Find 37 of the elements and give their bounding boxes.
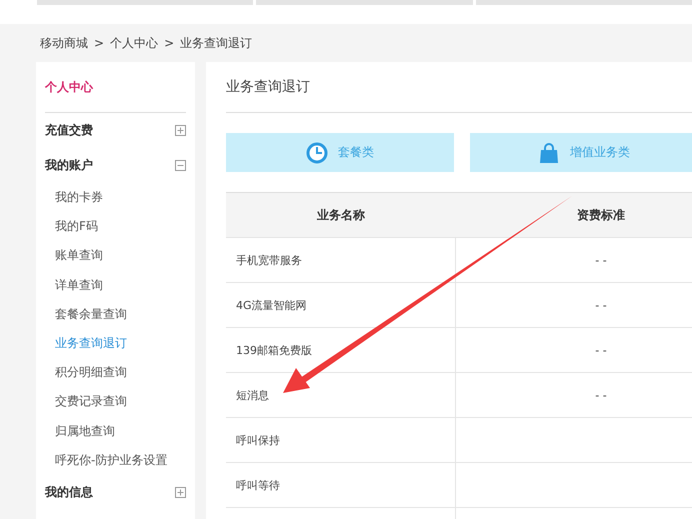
sidebar-item[interactable]: 归属地查询 xyxy=(45,416,186,446)
breadcrumb-separator: > xyxy=(164,36,174,50)
table-cell: - - xyxy=(595,344,607,356)
sidebar-title: 个人中心 xyxy=(45,62,186,113)
sidebar-item[interactable]: 套餐余量查询 xyxy=(45,300,186,329)
table-cell: 4G流量智能网 xyxy=(236,298,307,312)
table-cell: - - xyxy=(595,298,607,312)
sidebar-group[interactable]: 充值交费 xyxy=(45,122,93,139)
column-header: 业务名称 xyxy=(316,206,366,224)
sidebar-item[interactable]: 业务查询退订 xyxy=(45,328,186,358)
collapse-icon[interactable] xyxy=(175,160,186,171)
clock-icon xyxy=(306,142,328,164)
sidebar-group[interactable]: 我的信息 xyxy=(45,484,93,501)
page-title: 业务查询退订 xyxy=(226,62,692,113)
expand-icon[interactable] xyxy=(175,125,186,136)
table-cell: 呼叫保持 xyxy=(236,432,280,448)
sidebar-item[interactable]: 积分明细查询 xyxy=(45,358,186,388)
sidebar-item[interactable]: 我的卡券 xyxy=(45,183,186,212)
breadcrumb-link[interactable]: 个人中心 xyxy=(110,34,158,52)
breadcrumb-separator: > xyxy=(94,36,104,50)
table-cell: 呼叫等待 xyxy=(236,478,280,492)
sidebar-item[interactable]: 呼死你-防护业务设置 xyxy=(45,446,186,475)
sidebar-item[interactable]: 我的F码 xyxy=(45,212,186,242)
breadcrumb-link[interactable]: 业务查询退订 xyxy=(180,34,252,52)
table-cell: 手机宽带服务 xyxy=(236,252,302,268)
sidebar-item[interactable]: 交费记录查询 xyxy=(45,387,186,416)
sidebar-item[interactable]: 详单查询 xyxy=(45,270,186,300)
table-cell: 短消息 xyxy=(236,388,269,402)
table-cell: - - xyxy=(595,388,607,402)
table-cell: 139邮箱免费版 xyxy=(236,342,312,358)
breadcrumb-link[interactable]: 移动商城 xyxy=(40,34,88,52)
table-cell: - - xyxy=(595,254,607,266)
sidebar-group[interactable]: 我的账户 xyxy=(45,157,93,174)
shopping-bag-icon xyxy=(538,142,560,164)
sidebar-item[interactable]: 账单查询 xyxy=(45,241,186,271)
expand-icon[interactable] xyxy=(175,486,186,498)
column-header: 资费标准 xyxy=(576,206,626,224)
